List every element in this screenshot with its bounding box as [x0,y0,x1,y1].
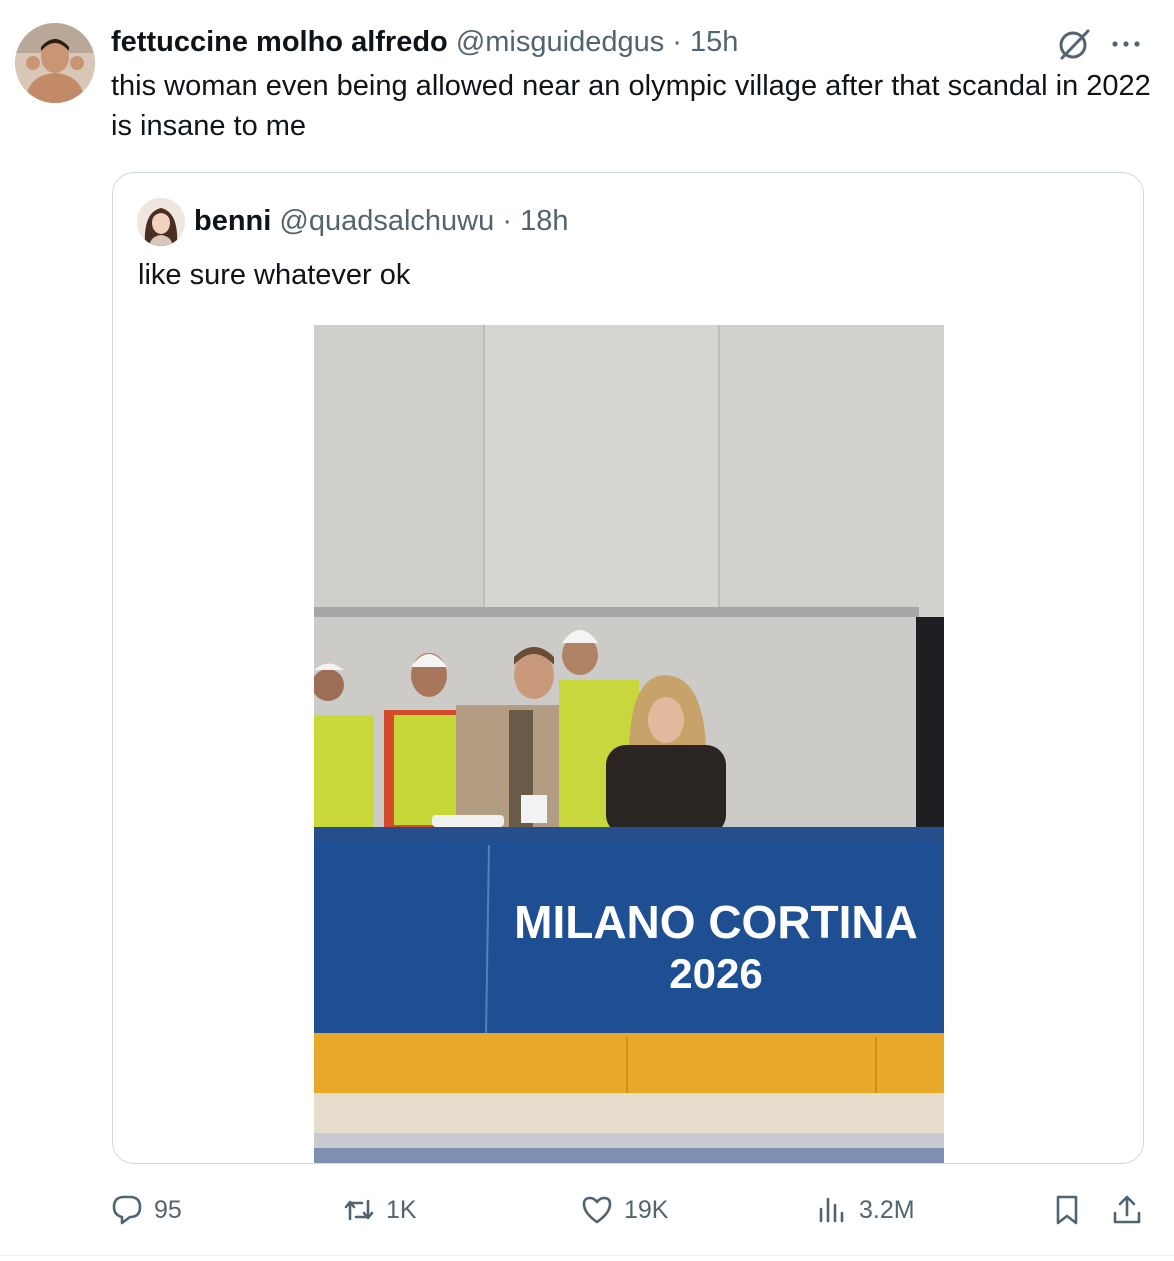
bookmark-button[interactable] [1050,1180,1084,1240]
reply-icon [112,1195,142,1225]
banner-text-line1: MILANO CORTINA [514,896,918,948]
tweet-text: this woman even being allowed near an ol… [111,70,1151,142]
author-handle[interactable]: @misguidedgus [456,26,664,58]
quoted-author-handle[interactable]: @quadsalchuwu [279,205,494,237]
bottom-divider [0,1255,1174,1256]
tweet-header: fettuccine molho alfredo @misguidedgus ·… [111,24,738,60]
author-avatar-image [15,23,95,103]
action-bar: 95 1K 19K 3.2M [0,1180,1174,1240]
tweet-time[interactable]: 15h [690,26,738,58]
repost-count: 1K [386,1195,417,1224]
quoted-avatar-image [137,198,185,246]
reply-count: 95 [154,1195,182,1224]
views-icon [819,1197,844,1223]
header-separator: · [672,26,682,58]
views-count: 3.2M [859,1195,915,1224]
like-icon [582,1196,612,1224]
quoted-tweet-photo[interactable]: MILANO CORTINA 2026 [314,325,944,1163]
share-icon [1113,1195,1141,1224]
grok-icon[interactable] [1056,26,1092,62]
quoted-author-avatar[interactable] [137,198,185,246]
quoted-header-separator: · [502,205,512,237]
like-button[interactable]: 19K [580,1180,668,1240]
repost-icon [344,1199,374,1221]
quoted-author-name[interactable]: benni [194,205,271,237]
share-button[interactable] [1110,1180,1144,1240]
more-icon[interactable] [1108,26,1144,62]
views-button[interactable]: 3.2M [815,1180,915,1240]
author-avatar[interactable] [15,23,95,103]
quoted-tweet-header: benni @quadsalchuwu · 18h [194,203,568,239]
like-count: 19K [624,1195,669,1224]
quoted-tweet-time[interactable]: 18h [520,205,568,237]
quoted-tweet-text: like sure whatever ok [138,259,411,291]
reply-button[interactable]: 95 [110,1180,182,1240]
banner-text-line2: 2026 [669,950,762,997]
author-name[interactable]: fettuccine molho alfredo [111,26,448,58]
quoted-tweet[interactable]: benni @quadsalchuwu · 18h like sure what… [112,172,1144,1164]
bookmark-icon [1056,1195,1078,1225]
repost-button[interactable]: 1K [342,1180,417,1240]
